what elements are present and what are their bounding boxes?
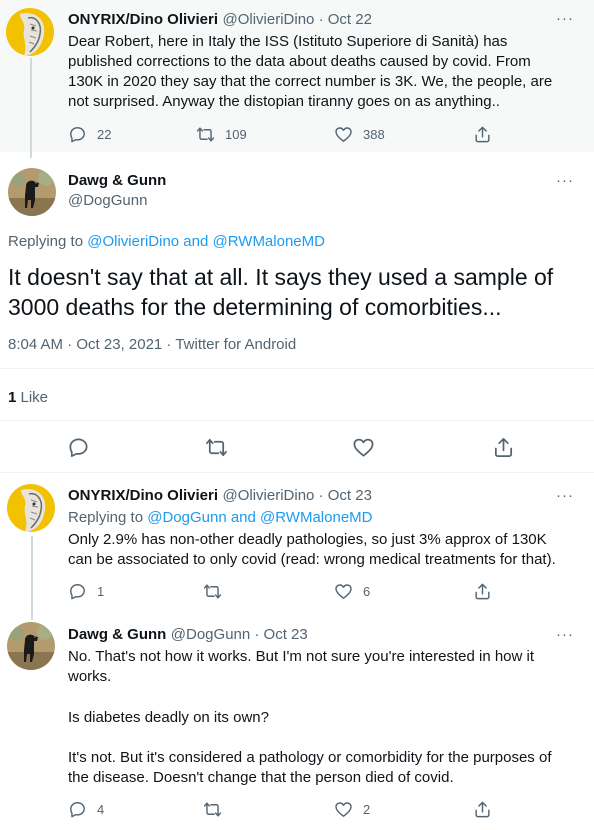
author-name[interactable]: Dawg & Gunn bbox=[68, 626, 166, 643]
replying-to: Replying to @DogGunn and @RWMaloneMD bbox=[68, 509, 373, 526]
like-count: 2 bbox=[363, 802, 371, 817]
divider bbox=[0, 472, 594, 473]
tweet-text: Is diabetes deadly on its own? bbox=[68, 709, 269, 726]
thread-line bbox=[31, 536, 33, 620]
share-icon bbox=[475, 801, 490, 818]
retweet-button[interactable] bbox=[205, 436, 238, 459]
retweet-icon bbox=[203, 584, 222, 599]
reply-icon bbox=[69, 438, 88, 457]
share-button[interactable] bbox=[473, 800, 502, 819]
handle-date[interactable]: @OlivieriDino · Oct 22 bbox=[222, 11, 371, 28]
retweet-button[interactable] bbox=[203, 582, 232, 601]
more-icon[interactable]: ··· bbox=[556, 626, 574, 643]
author-handle[interactable]: @DogGunn bbox=[68, 192, 147, 209]
reply-button[interactable] bbox=[67, 436, 100, 459]
author-name[interactable]: ONYRIX/Dino Olivieri bbox=[68, 11, 218, 28]
reply-button[interactable]: 22 bbox=[68, 125, 111, 144]
handle-date[interactable]: @DogGunn · Oct 23 bbox=[171, 626, 308, 643]
more-icon[interactable]: ··· bbox=[556, 487, 574, 504]
reply-icon bbox=[70, 127, 85, 143]
replying-to: Replying to @OlivieriDino and @RWMaloneM… bbox=[8, 233, 325, 250]
more-icon[interactable]: ··· bbox=[556, 172, 574, 189]
replying-prefix: Replying to bbox=[8, 233, 88, 250]
avatar-dawg-gunn[interactable] bbox=[7, 622, 55, 670]
like-icon bbox=[335, 584, 352, 599]
replying-to-link[interactable]: @OlivieriDino and @RWMaloneMD bbox=[87, 233, 325, 250]
tweet-text: No. That's not how it works. But I'm not… bbox=[68, 648, 535, 685]
reply-button[interactable]: 4 bbox=[68, 800, 104, 819]
tweet-text: Dear Robert, here in Italy the ISS (Isti… bbox=[68, 33, 553, 110]
like-count: 388 bbox=[363, 127, 385, 142]
retweet-icon bbox=[203, 802, 222, 817]
like-count: 6 bbox=[363, 584, 371, 599]
like-icon bbox=[353, 438, 374, 457]
author-name[interactable]: ONYRIX/Dino Olivieri bbox=[68, 487, 218, 504]
like-stats[interactable]: 1 Like bbox=[8, 389, 48, 406]
more-icon[interactable]: ··· bbox=[556, 10, 574, 27]
share-button[interactable] bbox=[492, 436, 525, 459]
like-button[interactable]: 388 bbox=[334, 125, 385, 144]
reply-button[interactable]: 1 bbox=[68, 582, 104, 601]
avatar-onyrix[interactable] bbox=[6, 8, 54, 56]
reply-icon bbox=[70, 802, 85, 818]
like-icon bbox=[335, 802, 352, 817]
tweet-timestamp[interactable]: 8:04 AM · Oct 23, 2021 · Twitter for And… bbox=[8, 336, 296, 353]
like-button[interactable] bbox=[352, 436, 385, 459]
like-button[interactable]: 6 bbox=[334, 582, 370, 601]
retweet-button[interactable]: 109 bbox=[196, 125, 247, 144]
author-name[interactable]: Dawg & Gunn bbox=[68, 172, 166, 189]
avatar-dawg-gunn[interactable] bbox=[8, 168, 56, 216]
like-stat-label: Like bbox=[16, 389, 49, 406]
replying-to-link[interactable]: @DogGunn and @RWMaloneMD bbox=[147, 509, 372, 526]
avatar-onyrix[interactable] bbox=[7, 484, 55, 532]
retweet-count: 109 bbox=[225, 127, 247, 142]
thread-line bbox=[30, 58, 32, 158]
divider bbox=[0, 368, 594, 369]
share-icon bbox=[494, 438, 513, 457]
tweet-text: Only 2.9% has non-other deadly pathologi… bbox=[68, 531, 556, 568]
replying-prefix: Replying to bbox=[68, 509, 148, 526]
reply-count: 1 bbox=[97, 584, 105, 599]
reply-icon bbox=[70, 584, 85, 600]
share-button[interactable] bbox=[473, 125, 502, 144]
like-button[interactable]: 2 bbox=[334, 800, 370, 819]
handle-date[interactable]: @OlivieriDino · Oct 23 bbox=[222, 487, 371, 504]
reply-count: 4 bbox=[97, 802, 105, 817]
retweet-button[interactable] bbox=[203, 800, 232, 819]
share-icon bbox=[475, 126, 490, 143]
retweet-icon bbox=[206, 438, 227, 457]
reply-count: 22 bbox=[97, 127, 112, 142]
main-tweet-text: It doesn't say that at all. It says they… bbox=[8, 264, 554, 320]
share-icon bbox=[475, 583, 490, 600]
tweet-text: It's not. But it's considered a patholog… bbox=[68, 749, 552, 786]
retweet-icon bbox=[196, 127, 215, 142]
divider bbox=[0, 420, 594, 421]
share-button[interactable] bbox=[473, 582, 502, 601]
like-icon bbox=[335, 127, 352, 142]
